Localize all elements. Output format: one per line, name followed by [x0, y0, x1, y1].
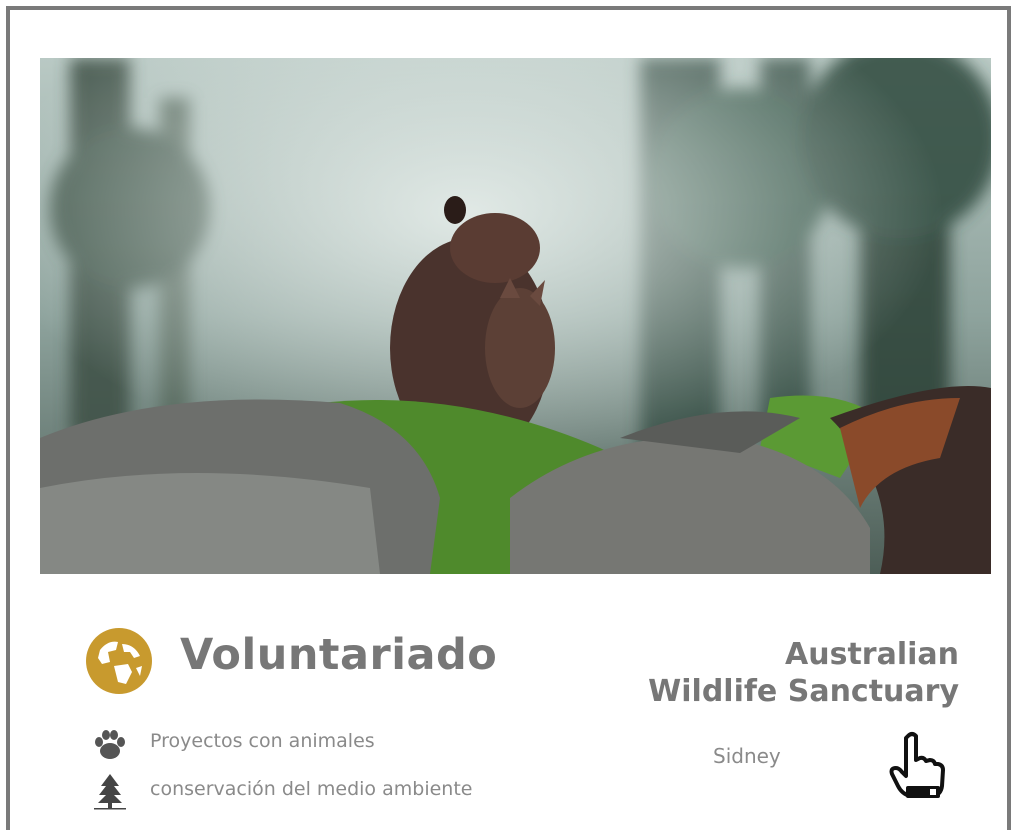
project-card: Voluntariado Proyectos con animales cons…: [6, 6, 1011, 830]
organization-line-2: Wildlife Sanctuary: [648, 674, 959, 709]
paw-icon: [90, 724, 130, 764]
wallaby-photo: [40, 58, 991, 574]
feature-animals: Proyectos con animales: [150, 730, 375, 752]
city-label: Sidney: [713, 744, 781, 768]
category-title: Voluntariado: [180, 630, 498, 680]
organization-name: Australian Wildlife Sanctuary: [648, 636, 959, 710]
globe-icon: [86, 628, 152, 694]
pointing-hand-icon[interactable]: [886, 730, 950, 802]
feature-environment: conservación del medio ambiente: [150, 778, 473, 800]
organization-line-1: Australian: [785, 637, 959, 672]
tree-icon: [90, 770, 130, 810]
